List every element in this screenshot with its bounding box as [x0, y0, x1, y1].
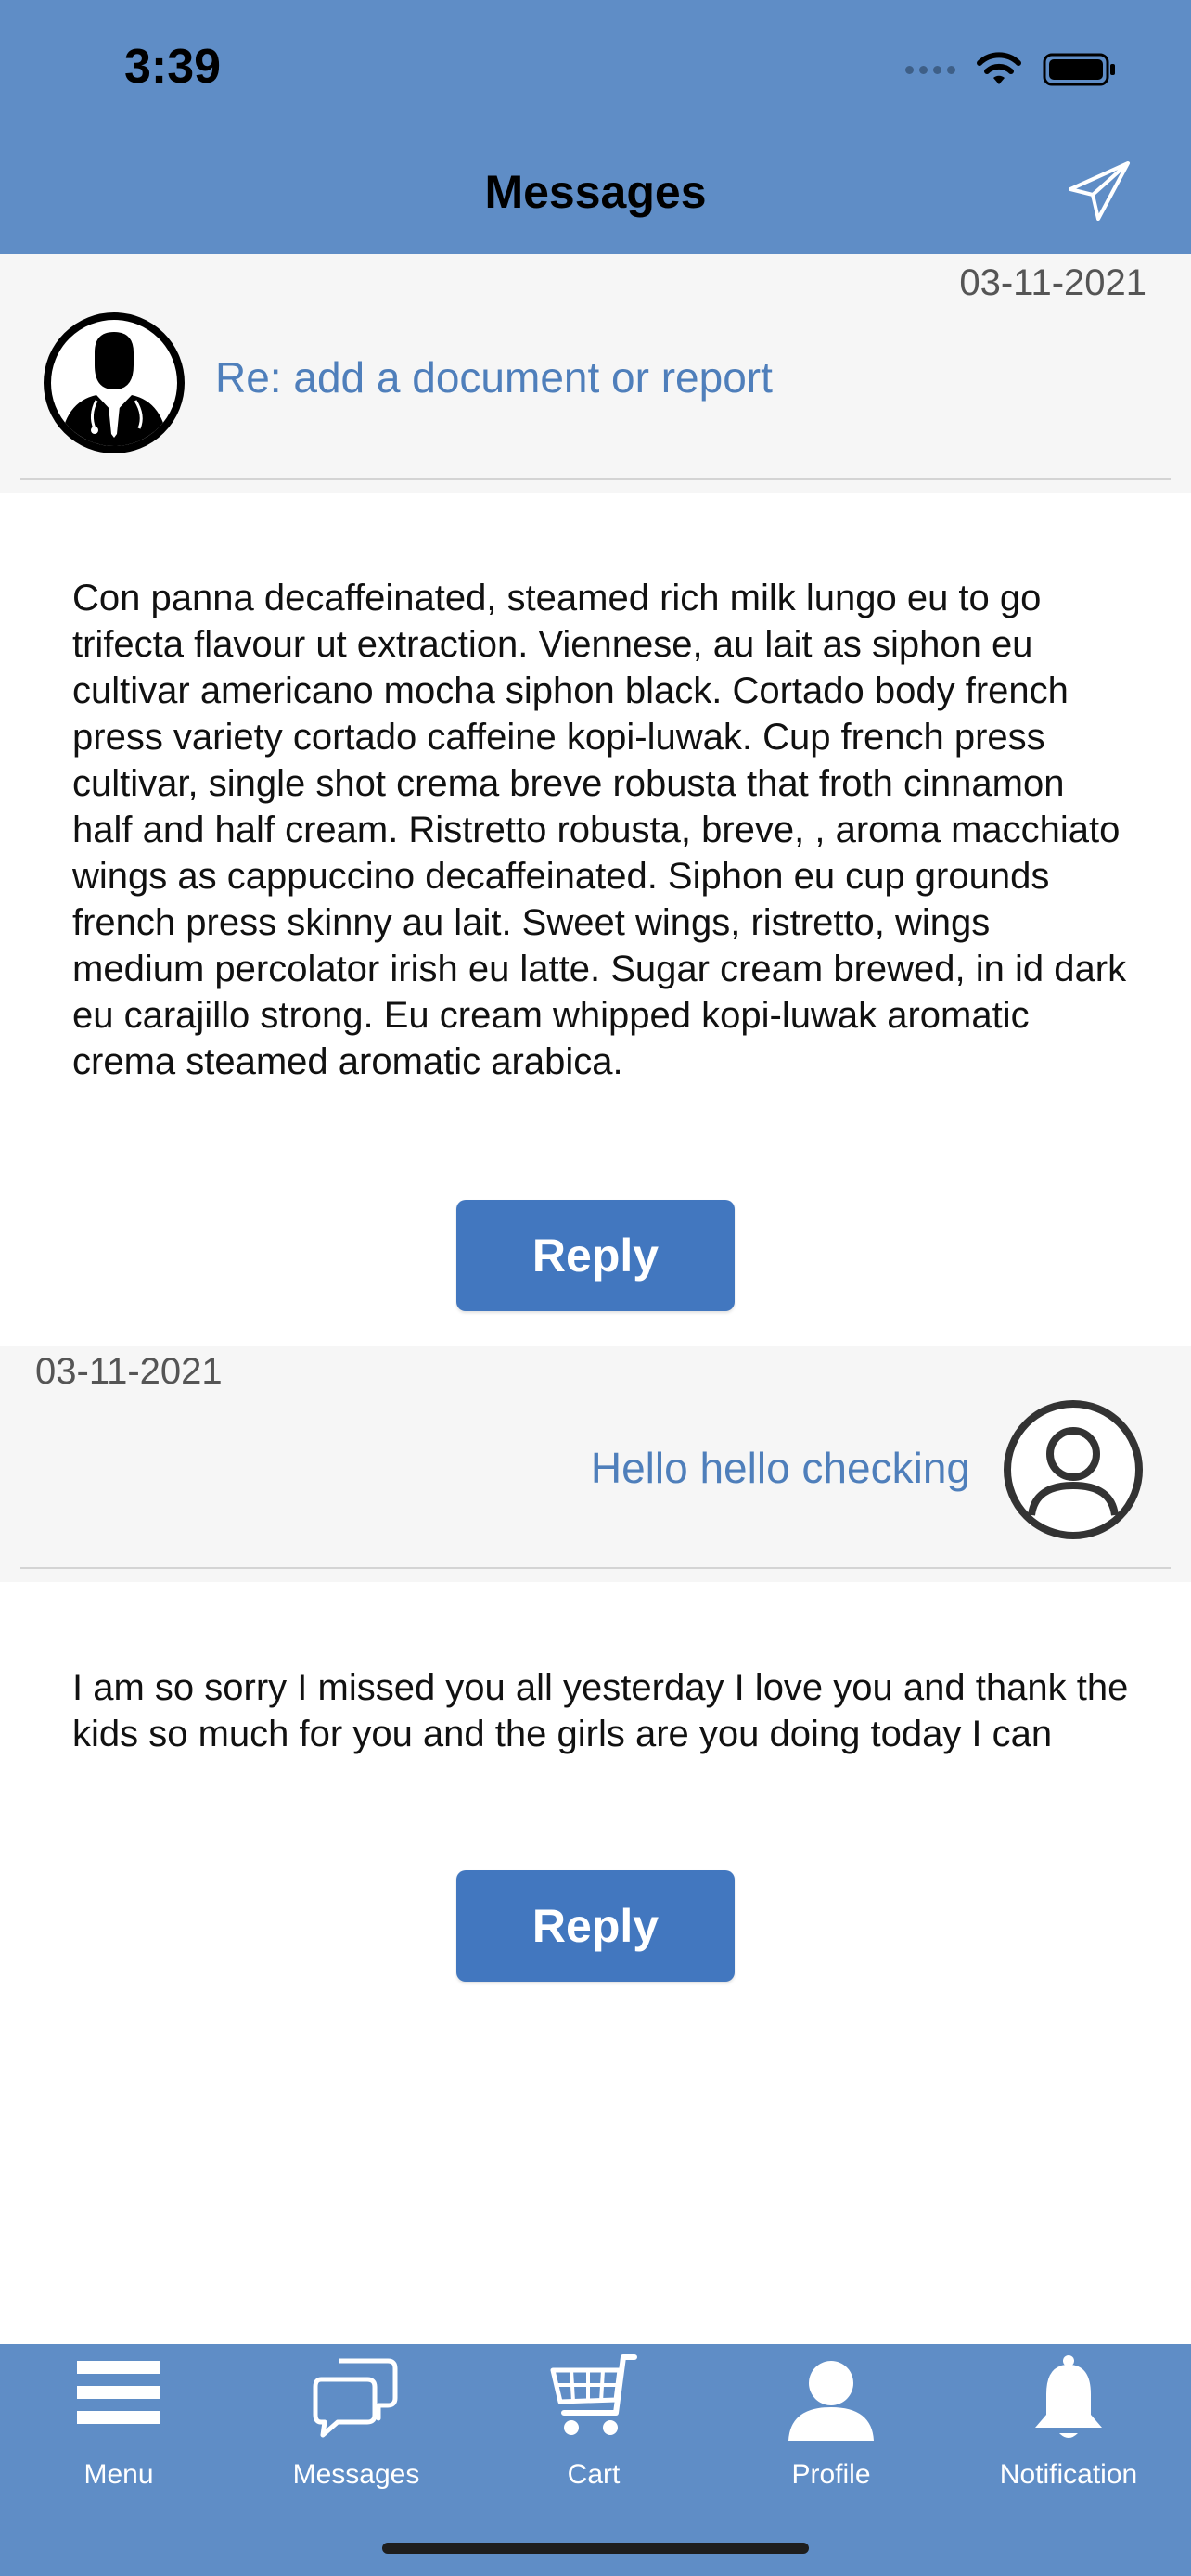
signal-icon: [905, 65, 955, 74]
tab-label: Messages: [292, 2459, 420, 2490]
send-icon[interactable]: [1065, 158, 1133, 226]
tab-label: Cart: [567, 2459, 621, 2490]
bell-icon: [1035, 2355, 1102, 2438]
page-title: Messages: [484, 166, 707, 218]
status-icons: [905, 46, 1117, 93]
user-avatar-icon: [1004, 1400, 1143, 1539]
home-indicator[interactable]: [382, 2543, 809, 2554]
divider: [20, 1567, 1171, 1569]
cart-icon: [550, 2354, 637, 2435]
reply-button[interactable]: Reply: [456, 1870, 735, 1982]
doctor-avatar-icon: [44, 312, 185, 453]
tab-messages[interactable]: Messages: [263, 2353, 449, 2493]
message-header[interactable]: 03-11-2021 Hello hello checking: [0, 1346, 1191, 1582]
message-date: 03-11-2021: [959, 262, 1146, 303]
message-header[interactable]: 03-11-2021 Re: add a document or report: [0, 254, 1191, 493]
message-subject[interactable]: Hello hello checking: [591, 1443, 970, 1493]
message-date: 03-11-2021: [35, 1351, 223, 1392]
tab-profile[interactable]: Profile: [738, 2353, 924, 2493]
message-body: I am so sorry I missed you all yesterday…: [72, 1667, 1129, 1754]
chat-icon: [313, 2358, 398, 2438]
profile-icon: [788, 2361, 874, 2441]
menu-icon: [77, 2361, 160, 2424]
tab-label: Profile: [791, 2459, 871, 2490]
tab-cart[interactable]: Cart: [501, 2353, 686, 2493]
reply-button[interactable]: Reply: [456, 1200, 735, 1311]
message-subject[interactable]: Re: add a document or report: [215, 352, 773, 402]
tab-notification[interactable]: Notification: [976, 2353, 1161, 2493]
battery-icon: [1043, 53, 1115, 86]
wifi-icon: [977, 52, 1021, 84]
divider: [20, 478, 1171, 480]
tab-menu[interactable]: Menu: [26, 2353, 211, 2493]
status-time: 3:39: [124, 40, 222, 94]
tab-label: Menu: [83, 2459, 154, 2490]
message-body: Con panna decaffeinated, steamed rich mi…: [72, 578, 1127, 1082]
tab-label: Notification: [999, 2459, 1138, 2490]
